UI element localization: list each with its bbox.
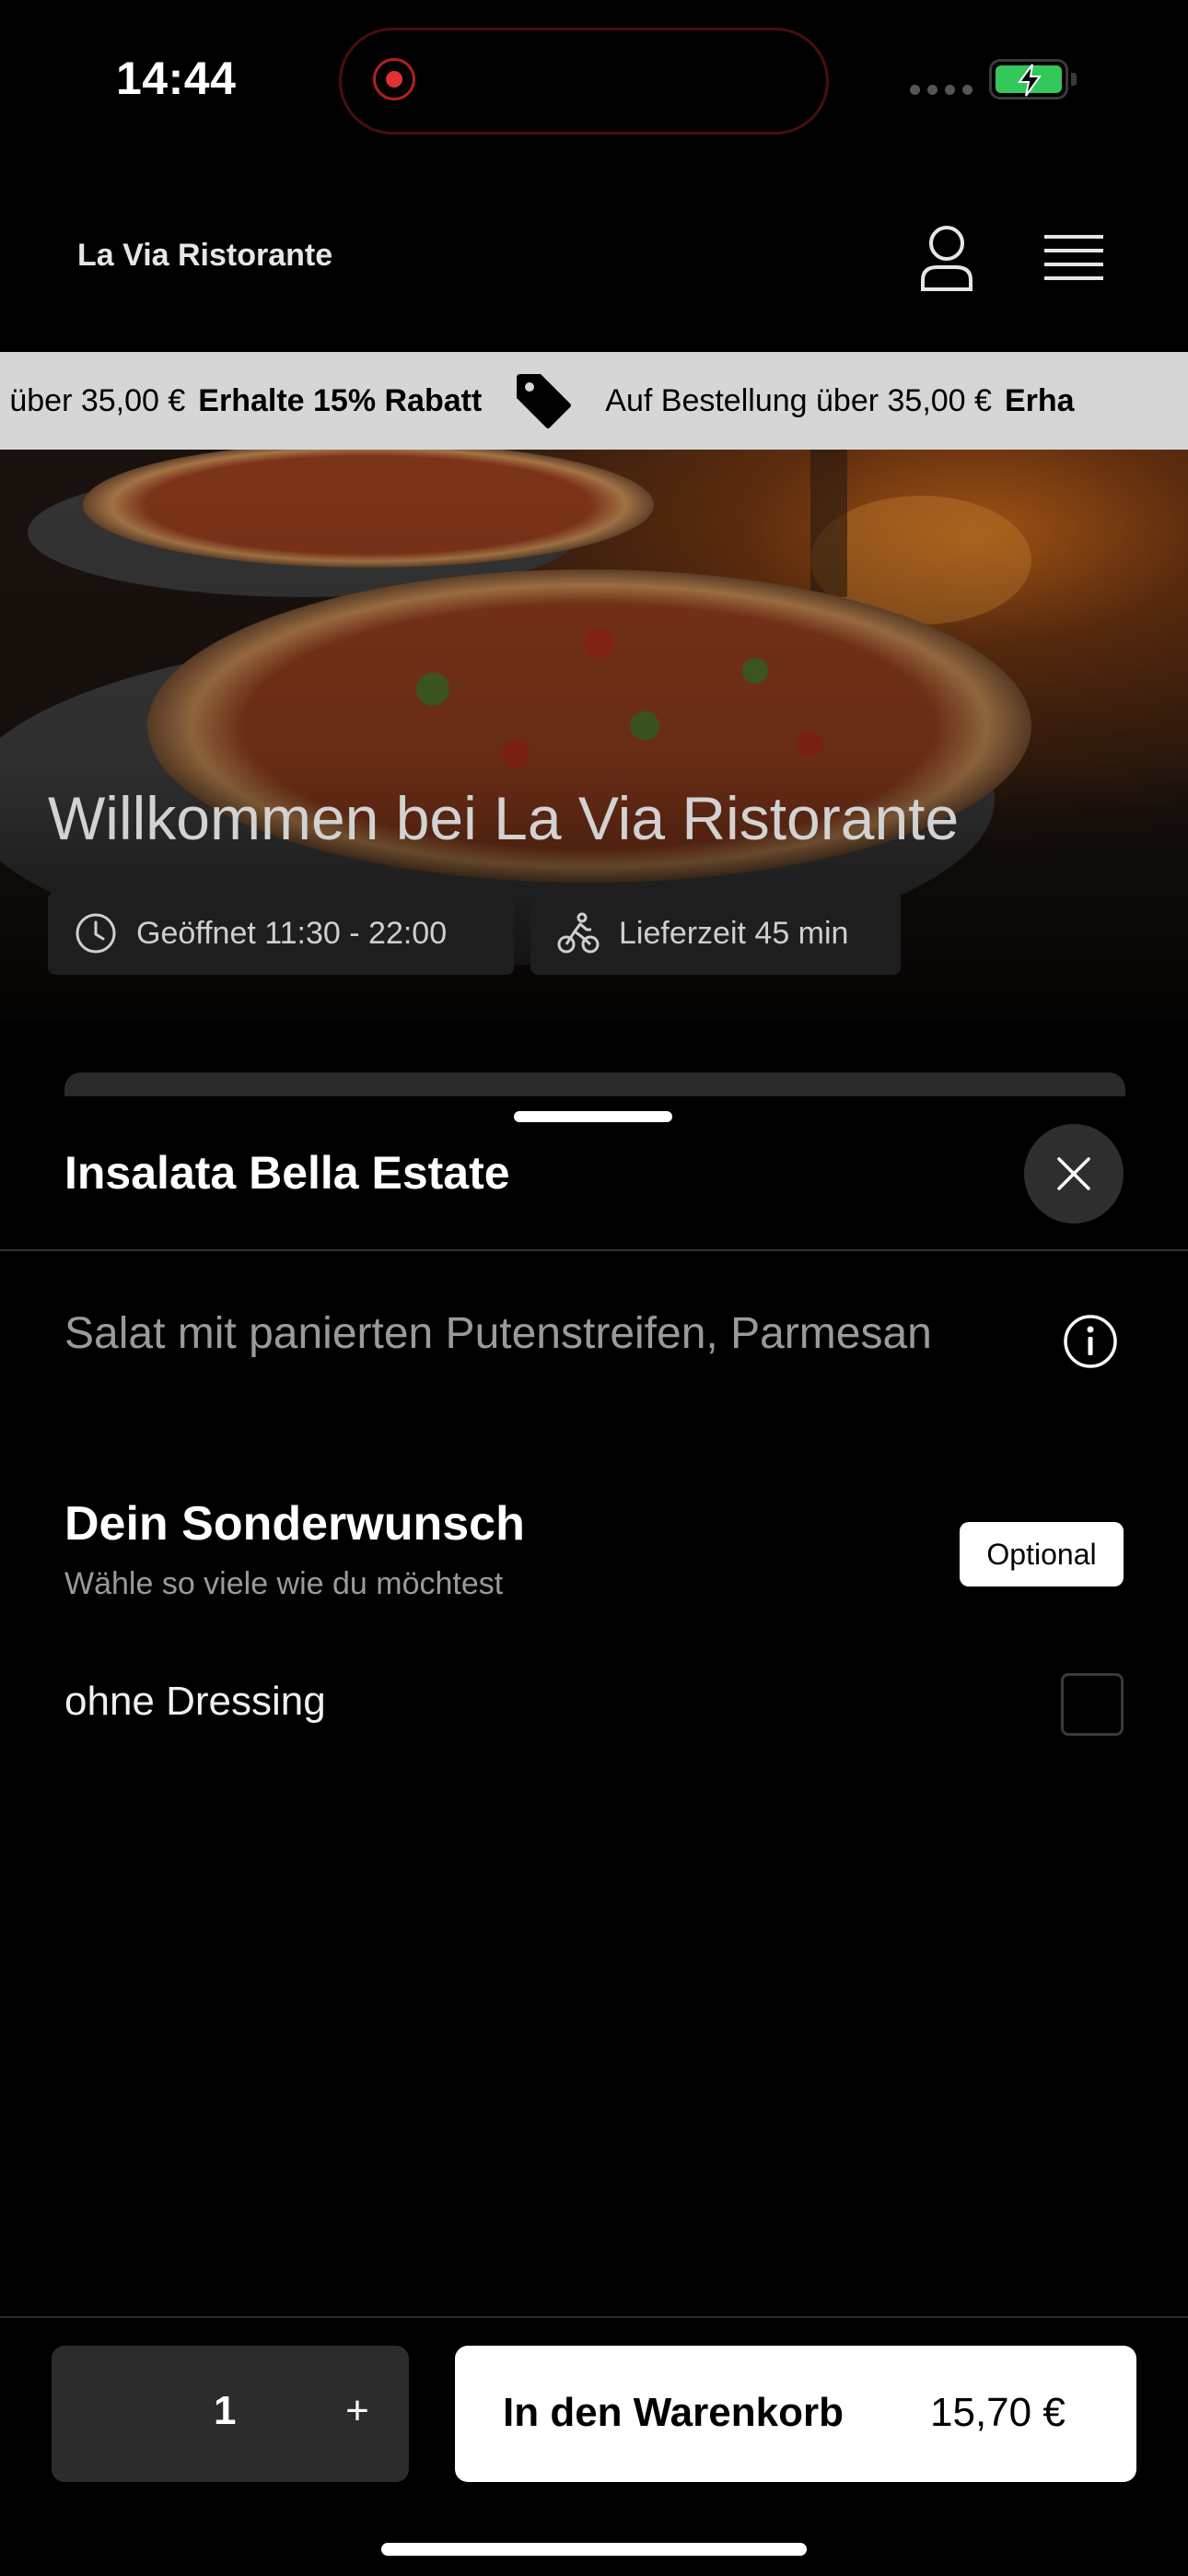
- promo-discount: Erhalte 15% Rabatt: [198, 382, 483, 418]
- divider: [0, 2316, 1188, 2318]
- restaurant-name[interactable]: La Via Ristorante: [77, 238, 332, 274]
- info-icon[interactable]: [1063, 1314, 1118, 1369]
- delivery-time-text: Lieferzeit 45 min: [619, 915, 849, 951]
- item-description: Salat mit panierten Putenstreifen, Parme…: [64, 1309, 932, 1358]
- opening-hours-text: Geöffnet 11:30 - 22:00: [136, 915, 448, 951]
- close-icon: [1057, 1157, 1090, 1190]
- battery-charging-icon: [989, 59, 1077, 100]
- item-title: Insalata Bella Estate: [64, 1147, 510, 1199]
- add-to-cart-label: In den Warenkorb: [503, 2390, 844, 2435]
- welcome-title: Willkommen bei La Via Ristorante: [48, 784, 960, 852]
- sheet-grabber[interactable]: [514, 1111, 672, 1122]
- cyclist-icon: [557, 912, 600, 954]
- promo-text: g über 35,00 €: [0, 382, 186, 418]
- recording-icon: [373, 58, 415, 100]
- optional-badge: Optional: [960, 1522, 1124, 1587]
- hamburger-menu-icon[interactable]: [1044, 234, 1103, 282]
- price-tag-icon: [517, 374, 572, 428]
- delivery-time-badge: Lieferzeit 45 min: [530, 892, 901, 975]
- option-label[interactable]: ohne Dressing: [64, 1679, 326, 1725]
- status-time: 14:44: [116, 53, 237, 104]
- promo-discount: Erha: [1004, 382, 1075, 418]
- option-group-title: Dein Sonderwunsch: [64, 1497, 525, 1551]
- clock-icon: [76, 913, 116, 954]
- cart-price: 15,70 €: [930, 2390, 1066, 2435]
- opening-hours-badge: Geöffnet 11:30 - 22:00: [48, 892, 514, 975]
- option-group-subtitle: Wähle so viele wie du möchtest: [64, 1566, 504, 1601]
- divider: [0, 1249, 1188, 1251]
- quantity-value: 1: [214, 2388, 237, 2433]
- option-checkbox[interactable]: [1061, 1673, 1124, 1736]
- promo-banner[interactable]: g über 35,00 € Erhalte 15% Rabatt Auf Be…: [0, 352, 1188, 450]
- dynamic-island: [339, 28, 829, 135]
- promo-text: Auf Bestellung über 35,00 €: [605, 382, 992, 418]
- account-icon[interactable]: [917, 225, 976, 291]
- home-indicator[interactable]: [381, 2543, 807, 2556]
- signal-icon: [910, 85, 973, 95]
- increment-button[interactable]: +: [330, 2388, 385, 2434]
- close-button[interactable]: [1024, 1124, 1124, 1224]
